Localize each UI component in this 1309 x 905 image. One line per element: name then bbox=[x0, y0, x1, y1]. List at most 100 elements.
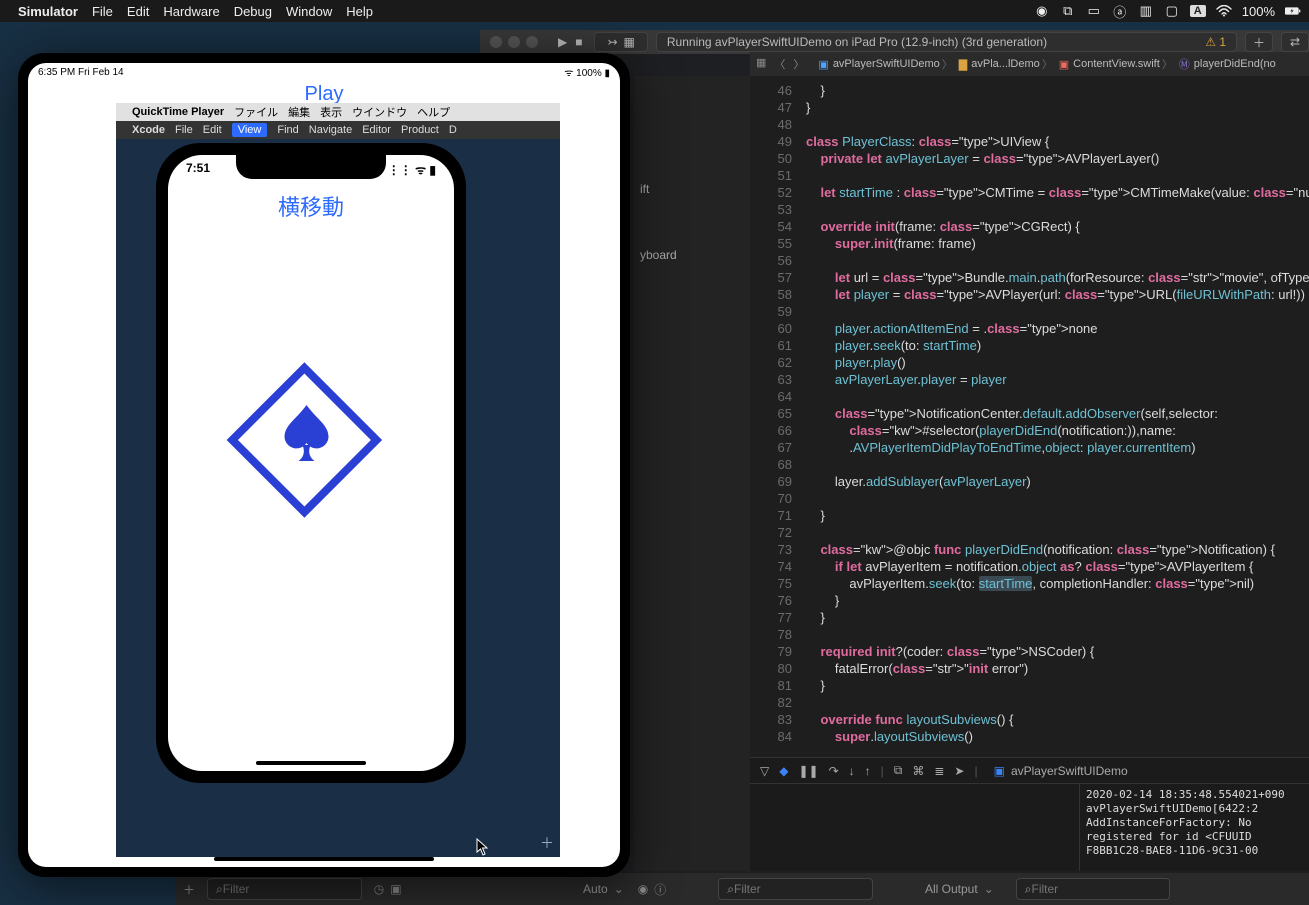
view-debug-icon[interactable]: ⧉ bbox=[894, 763, 903, 778]
home-indicator bbox=[256, 761, 366, 765]
qt-title: QuickTime Player bbox=[132, 106, 224, 118]
stop-button[interactable]: ■ bbox=[575, 35, 582, 49]
menu-debug[interactable]: Debug bbox=[234, 4, 272, 19]
menu-window[interactable]: Window bbox=[286, 4, 332, 19]
iphone-notch bbox=[236, 155, 386, 179]
accessibility-icon[interactable]: ⓐ bbox=[1112, 2, 1128, 21]
all-output-label[interactable]: All Output bbox=[925, 882, 978, 896]
quicktime-menubar: QuickTime Player ファイル 編集 表示 ウインドウ ヘルプ bbox=[116, 103, 560, 121]
status-text: Running avPlayerSwiftUIDemo on iPad Pro … bbox=[667, 35, 1047, 49]
active-app-name[interactable]: Simulator bbox=[18, 4, 78, 19]
filter-icon: ⌕ bbox=[216, 882, 223, 897]
nav-forward-icon[interactable]: 〉 bbox=[793, 56, 804, 72]
auto-label[interactable]: Auto bbox=[583, 882, 608, 896]
menu-help[interactable]: Help bbox=[346, 4, 373, 19]
variables-view[interactable] bbox=[750, 784, 1080, 871]
xcode-toolbar: ▶ ■ ↣▦ Running avPlayerSwiftUIDemo on iP… bbox=[480, 30, 1309, 54]
project-icon: ▣ bbox=[818, 58, 828, 71]
variables-filter-input[interactable] bbox=[734, 882, 864, 896]
menu-file[interactable]: File bbox=[92, 4, 113, 19]
memory-graph-icon[interactable]: ⌘ bbox=[912, 764, 924, 778]
spade-icon bbox=[279, 401, 335, 465]
signal-icon: ⋮⋮ bbox=[388, 163, 412, 177]
breadcrumb-file[interactable]: ContentView.swift bbox=[1073, 58, 1160, 70]
mouse-cursor bbox=[476, 838, 490, 856]
breadcrumb-symbol[interactable]: playerDidEnd(no bbox=[1194, 58, 1276, 70]
add-icon[interactable]: ＋ bbox=[183, 881, 195, 898]
layout-icon[interactable]: ▥ bbox=[1138, 3, 1154, 19]
wifi-icon: ᯤ bbox=[564, 68, 573, 79]
input-source-icon[interactable]: A bbox=[1190, 5, 1206, 17]
breadcrumb-project[interactable]: avPlayerSwiftUIDemo bbox=[833, 58, 940, 70]
console-output[interactable]: 2020-02-14 18:35:48.554021+090 avPlayerS… bbox=[1080, 784, 1309, 871]
library-button[interactable]: ＋ bbox=[1245, 32, 1273, 52]
location-icon[interactable]: ➤ bbox=[954, 764, 964, 778]
ipad-status-bar: 6:35 PM Fri Feb 14 ᯤ 100% ▮ bbox=[28, 63, 620, 81]
swift-file-icon: ▣ bbox=[1059, 58, 1069, 71]
debug-toolbar: ▽ ◆ ❚❚ ↷ ↓ ↑ | ⧉ ⌘ ≣ ➤ | ▣avPlayerSwiftU… bbox=[750, 758, 1309, 784]
record-icon[interactable]: ◉ bbox=[1034, 3, 1050, 19]
navigator-filter-input[interactable] bbox=[223, 882, 353, 896]
step-out-icon[interactable]: ↑ bbox=[865, 764, 871, 778]
nav-back-icon[interactable]: 〈 bbox=[774, 56, 785, 72]
iphone-title: 横移動 bbox=[168, 190, 454, 222]
navigator-filter[interactable]: ⌕ bbox=[207, 878, 362, 900]
console-filter-input[interactable] bbox=[1031, 882, 1161, 896]
step-into-icon[interactable]: ↓ bbox=[849, 764, 855, 778]
battery-icon[interactable] bbox=[1285, 5, 1301, 17]
wifi-icon[interactable] bbox=[1216, 5, 1232, 17]
code-content[interactable]: }}class PlayerClass: class="type">UIView… bbox=[800, 76, 1309, 757]
menu-hardware[interactable]: Hardware bbox=[163, 4, 219, 19]
ipad-battery-pct: 100% bbox=[576, 68, 602, 79]
filter-icon: ⌕ bbox=[1025, 882, 1032, 897]
editor-jump-bar[interactable]: ▦ 〈 〉 ▣ avPlayerSwiftUIDemo 〉 ▇ avPla...… bbox=[750, 52, 1309, 76]
pause-icon[interactable]: ❚❚ bbox=[798, 764, 818, 778]
screenshot-icon[interactable]: ⧉ bbox=[1060, 3, 1076, 19]
console-filter[interactable]: ⌕ bbox=[1016, 878, 1171, 900]
scheme-selector[interactable]: ↣▦ bbox=[594, 32, 647, 52]
menu-view-highlighted: View bbox=[232, 123, 268, 137]
related-items-icon[interactable]: ▦ bbox=[756, 56, 766, 72]
ipad-simulator-window[interactable]: 6:35 PM Fri Feb 14 ᯤ 100% ▮ Play QuickTi… bbox=[18, 53, 630, 877]
folder-icon: ▇ bbox=[959, 58, 967, 71]
wifi-icon: ᯤ bbox=[415, 163, 426, 177]
activity-status: Running avPlayerSwiftUIDemo on iPad Pro … bbox=[656, 32, 1237, 52]
filter-icon: ⌕ bbox=[727, 882, 734, 897]
ipad-status-left: 6:35 PM Fri Feb 14 bbox=[38, 67, 124, 78]
eye-icon[interactable]: ◉ bbox=[638, 882, 648, 896]
debug-area: ▽ ◆ ❚❚ ↷ ↓ ↑ | ⧉ ⌘ ≣ ➤ | ▣avPlayerSwiftU… bbox=[750, 757, 1309, 871]
hide-debug-icon[interactable]: ▽ bbox=[760, 764, 769, 778]
battery-icon: ▮ bbox=[429, 163, 436, 177]
inner-xcode-menubar: Xcode File Edit View Find Navigate Edito… bbox=[116, 121, 560, 139]
project-navigator[interactable]: ift yboard bbox=[634, 76, 750, 871]
code-editor[interactable]: 4647484950515253545556575859606162636465… bbox=[750, 76, 1309, 757]
nav-item[interactable]: yboard bbox=[638, 244, 746, 266]
breadcrumb-folder[interactable]: avPla...lDemo bbox=[971, 58, 1039, 70]
warnings-badge[interactable]: ⚠ 1 bbox=[1205, 35, 1226, 49]
run-button[interactable]: ▶ bbox=[558, 35, 567, 49]
info-icon[interactable]: ⓘ bbox=[654, 881, 666, 898]
breakpoints-icon[interactable]: ◆ bbox=[779, 764, 788, 778]
window-traffic-lights[interactable] bbox=[480, 36, 550, 48]
ipad-home-indicator[interactable] bbox=[214, 857, 434, 861]
env-overrides-icon[interactable]: ≣ bbox=[934, 764, 944, 778]
debug-process[interactable]: avPlayerSwiftUIDemo bbox=[1011, 764, 1128, 778]
display-icon[interactable]: ▢ bbox=[1164, 3, 1180, 19]
recent-icon[interactable]: ◷ bbox=[374, 882, 384, 896]
code-review-button[interactable]: ⇄ bbox=[1281, 32, 1309, 52]
method-icon: Ⓜ bbox=[1179, 56, 1190, 72]
bottom-filter-bar: ＋ ⌕ ◷ ▣ Auto⌄ ◉ ⓘ ⌕ All Output⌄ ⌕ bbox=[175, 873, 1309, 905]
nav-item[interactable]: ift bbox=[638, 178, 746, 200]
line-number-gutter: 4647484950515253545556575859606162636465… bbox=[750, 76, 800, 757]
add-icon: ＋ bbox=[540, 833, 554, 853]
variables-filter[interactable]: ⌕ bbox=[718, 878, 873, 900]
ipad-screen[interactable]: 6:35 PM Fri Feb 14 ᯤ 100% ▮ Play QuickTi… bbox=[28, 63, 620, 867]
scheme-arrow-icon: ↣ bbox=[607, 35, 617, 49]
control-strip-icon[interactable]: ▭ bbox=[1086, 3, 1102, 19]
menu-edit[interactable]: Edit bbox=[127, 4, 149, 19]
scm-icon[interactable]: ▣ bbox=[390, 882, 401, 896]
menubar-status-items: ◉ ⧉ ▭ ⓐ ▥ ▢ A 100% bbox=[1034, 2, 1301, 21]
iphone-time: 7:51 bbox=[186, 161, 210, 178]
inner-iphone-mock: 7:51 ⋮⋮ ᯤ ▮ 横移動 bbox=[156, 143, 466, 783]
step-over-icon[interactable]: ↷ bbox=[829, 764, 839, 778]
